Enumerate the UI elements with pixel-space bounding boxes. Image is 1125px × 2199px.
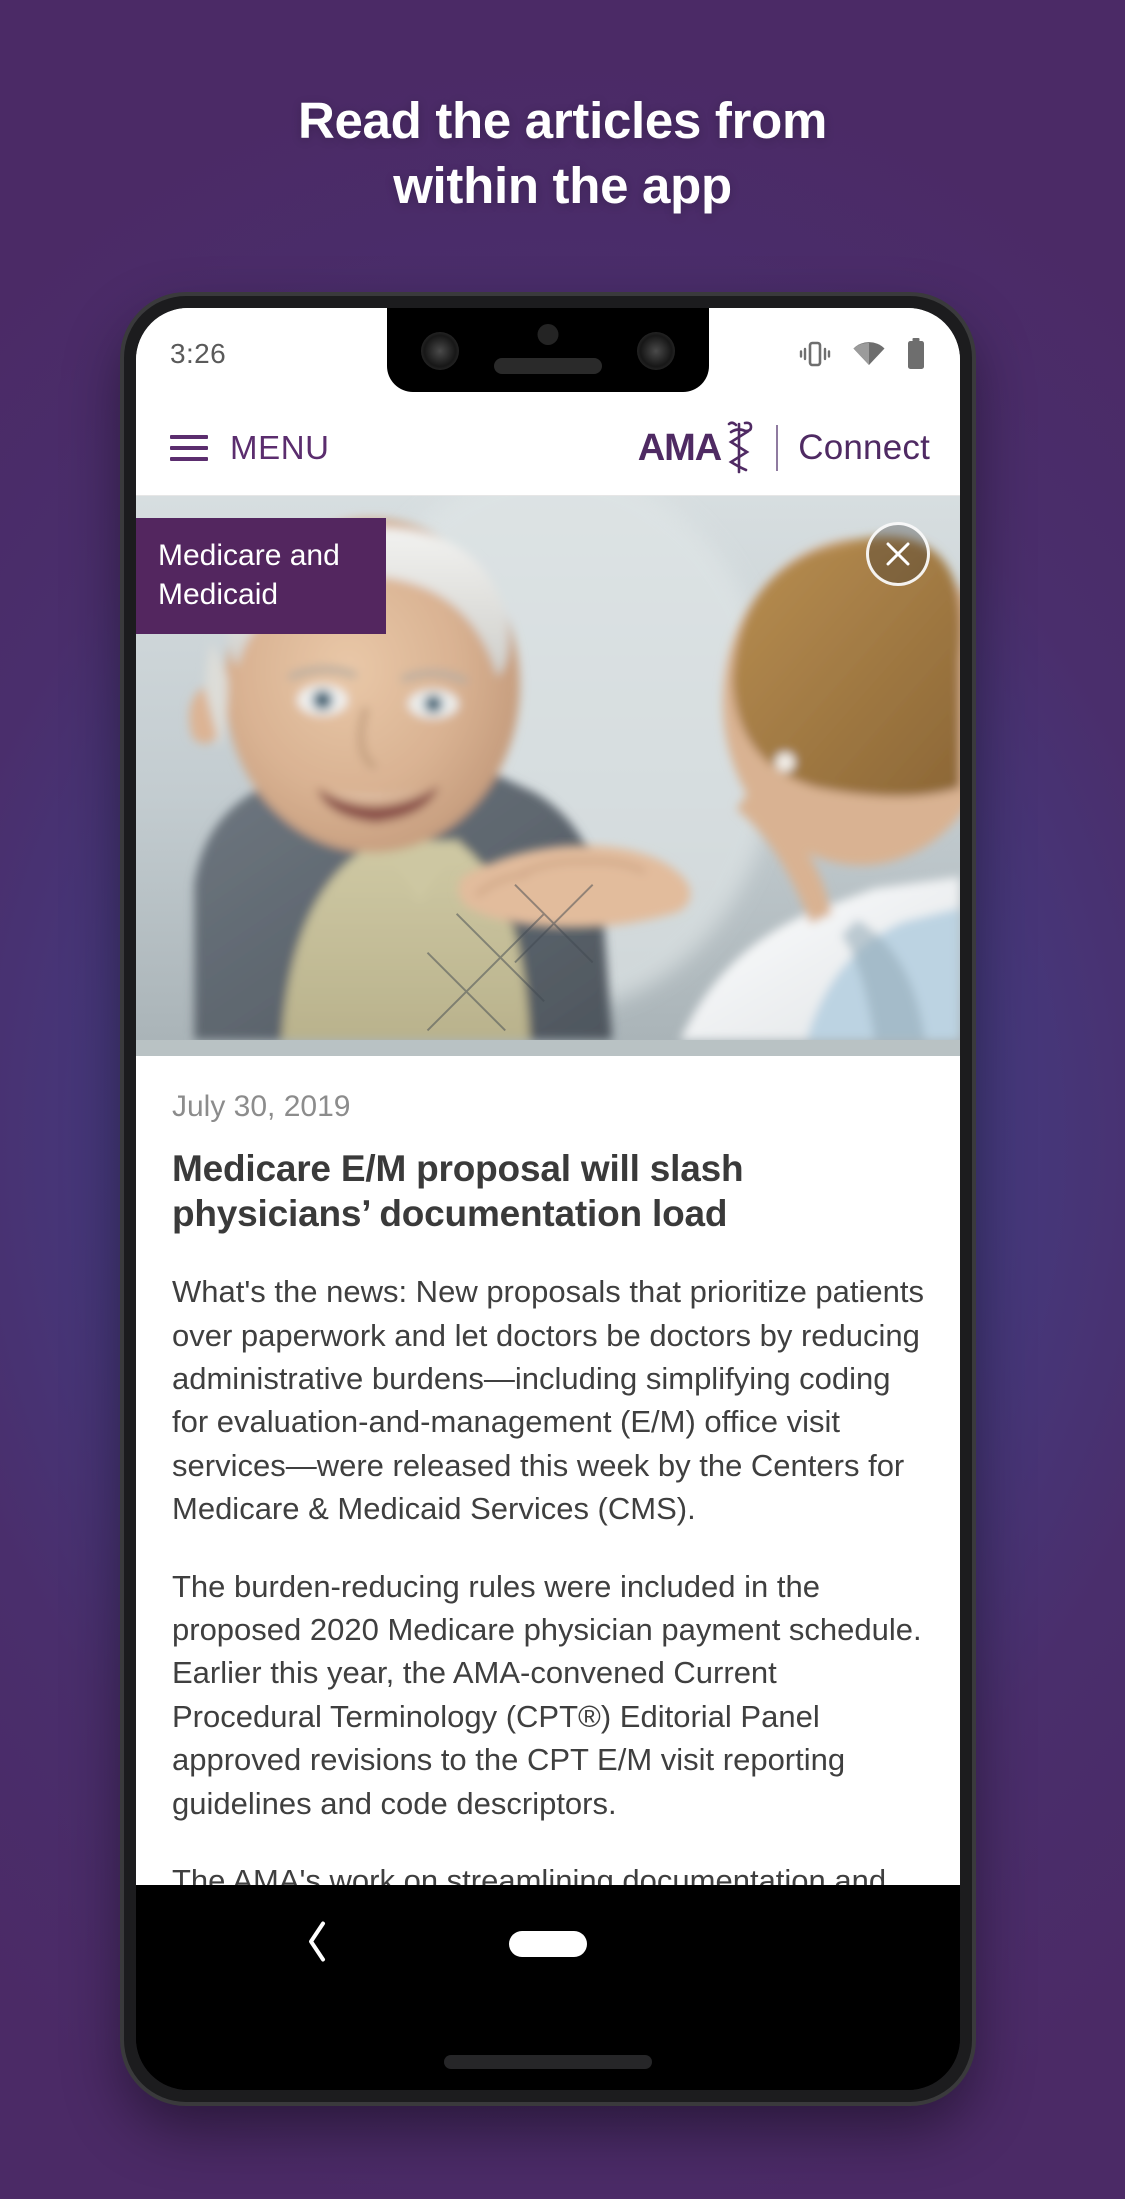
status-time: 3:26 bbox=[170, 338, 227, 369]
brand-divider bbox=[776, 424, 779, 471]
back-chevron-icon bbox=[309, 1921, 325, 1962]
article-date: July 30, 2019 bbox=[172, 1090, 351, 1123]
wifi-icon bbox=[853, 342, 885, 365]
article-paragraph: What's the news: New proposals that prio… bbox=[172, 1274, 924, 1527]
nav-home-button[interactable] bbox=[509, 1931, 587, 1957]
phone-bottom-bezel bbox=[136, 2003, 960, 2090]
front-camera-right-icon bbox=[637, 332, 675, 370]
android-nav-bar bbox=[136, 1885, 960, 2003]
article-paragraph: The burden-reducing rules were included … bbox=[172, 1568, 922, 1821]
ama-wordmark: AMA bbox=[637, 426, 723, 469]
proximity-sensor-icon bbox=[537, 324, 559, 345]
category-badge: Medicare and Medicaid bbox=[136, 518, 386, 634]
close-button[interactable] bbox=[866, 522, 930, 586]
hamburger-icon bbox=[170, 434, 208, 461]
phone-screen-bezel: 3:26 MENU AMA Connect Medicare and Medic… bbox=[136, 308, 960, 2090]
earpiece-speaker-icon bbox=[494, 358, 602, 374]
vibrate-icon bbox=[799, 341, 831, 367]
promo-heading-line1: Read the articles from bbox=[297, 92, 828, 149]
phone-notch bbox=[387, 308, 709, 392]
hero-image-container: Medicare and Medicaid bbox=[136, 496, 960, 1056]
menu-button[interactable]: MENU bbox=[170, 429, 330, 467]
front-camera-left-icon bbox=[421, 332, 459, 370]
battery-icon bbox=[908, 338, 924, 369]
promo-heading: Read the articles from within the app bbox=[0, 88, 1125, 219]
article-paragraph: The AMA's work on streamlining documenta… bbox=[172, 1862, 887, 1885]
brand-logo[interactable]: AMA Connect bbox=[638, 420, 930, 476]
status-bar: 3:26 bbox=[136, 308, 960, 400]
menu-label: MENU bbox=[230, 428, 330, 466]
bottom-speaker-icon bbox=[444, 2055, 652, 2069]
caduceus-icon bbox=[727, 420, 753, 473]
phone-device-frame: 3:26 MENU AMA Connect Medicare and Medic… bbox=[124, 296, 972, 2102]
article-title: Medicare E/M proposal will slash physici… bbox=[172, 1148, 744, 1235]
app-header: MENU AMA Connect bbox=[136, 400, 960, 496]
article-body: July 30, 2019 Medicare E/M proposal will… bbox=[136, 1056, 960, 1885]
promo-heading-line2: within the app bbox=[393, 157, 732, 215]
connect-label: Connect bbox=[798, 427, 930, 467]
status-icons bbox=[798, 338, 926, 370]
nav-back-button[interactable] bbox=[304, 1920, 330, 1969]
close-icon bbox=[886, 542, 910, 566]
phone-screen: 3:26 MENU AMA Connect Medicare and Medic… bbox=[136, 308, 960, 1885]
